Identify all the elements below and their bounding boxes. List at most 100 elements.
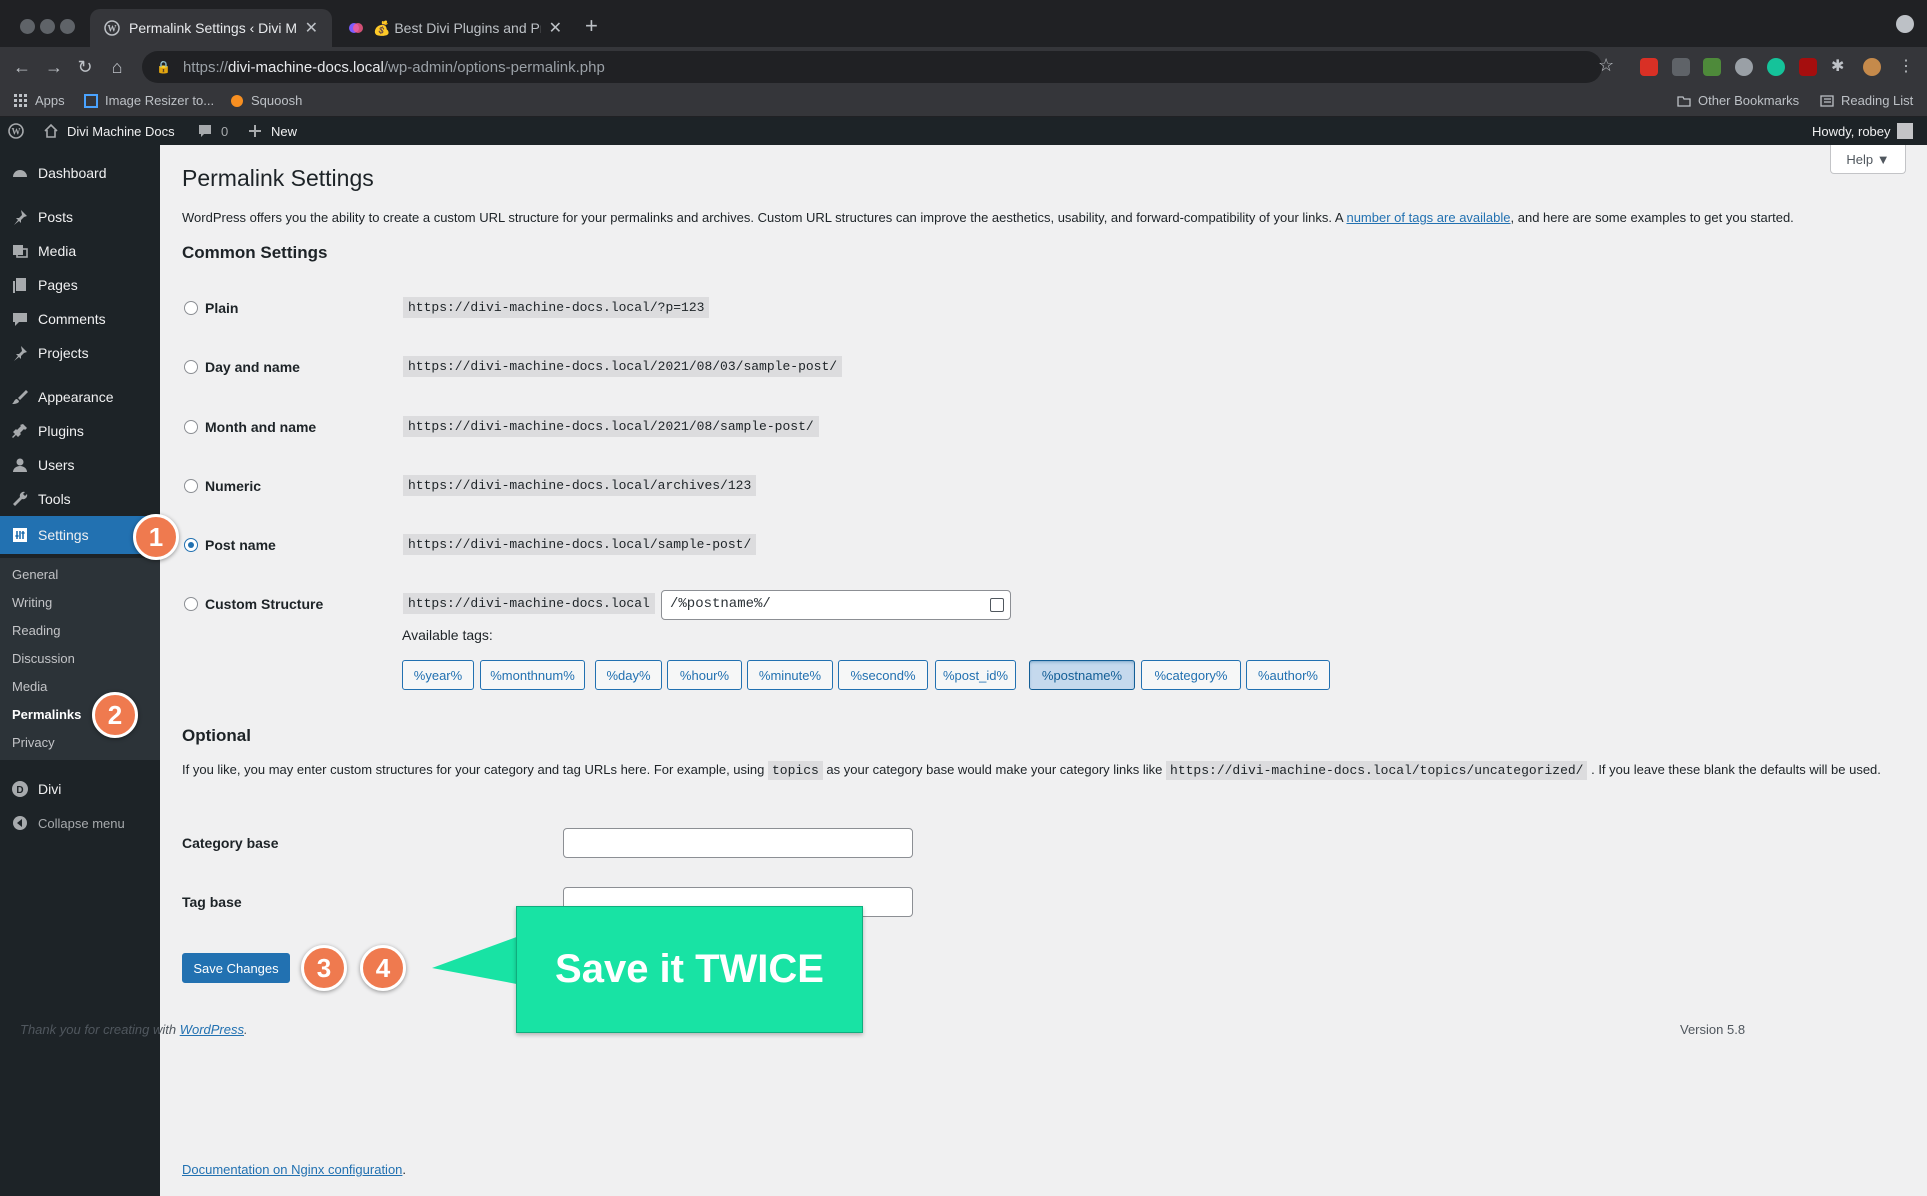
tab-close-icon[interactable]: ✕ xyxy=(305,18,318,38)
window-close-control[interactable] xyxy=(20,19,35,34)
reload-icon[interactable]: ↻ xyxy=(73,55,97,79)
sidebar-item-tools[interactable]: Tools xyxy=(0,482,160,516)
tag-button-category[interactable]: %category% xyxy=(1141,660,1241,690)
submenu-item-writing[interactable]: Writing xyxy=(12,595,52,610)
save-changes-button[interactable]: Save Changes xyxy=(182,953,290,983)
admin-sidebar: Dashboard Posts Media Pages Comments Pro… xyxy=(0,145,160,1196)
bookmark-squoosh[interactable]: Squoosh xyxy=(230,93,302,108)
tag-button-day[interactable]: %day% xyxy=(595,660,662,690)
tab-title: Permalink Settings ‹ Divi Machine Docs xyxy=(129,20,297,36)
radio-post-name[interactable] xyxy=(184,538,198,552)
tag-base-label: Tag base xyxy=(182,894,242,910)
sidebar-item-label: Dashboard xyxy=(38,165,107,181)
ublock-extension-icon[interactable] xyxy=(1799,58,1817,76)
option-label-post-name[interactable]: Post name xyxy=(205,537,276,553)
nginx-doc-link[interactable]: Documentation on Nginx configuration xyxy=(182,1162,402,1177)
sidebar-item-appearance[interactable]: Appearance xyxy=(0,380,160,414)
puzzle-extensions-icon[interactable]: ✱ xyxy=(1831,58,1849,76)
radio-numeric[interactable] xyxy=(184,479,198,493)
bookmark-star-icon[interactable]: ☆ xyxy=(1598,55,1614,76)
browser-tab[interactable]: 💰 Best Divi Plugins and Premium ✕ xyxy=(334,9,576,47)
submenu-item-privacy[interactable]: Privacy xyxy=(12,735,55,750)
category-base-input[interactable] xyxy=(563,828,913,858)
back-icon[interactable]: ← xyxy=(10,55,34,79)
submenu-item-general[interactable]: General xyxy=(12,567,58,582)
radio-plain[interactable] xyxy=(184,301,198,315)
collapse-icon xyxy=(10,813,30,833)
tag-button-minute[interactable]: %minute% xyxy=(747,660,833,690)
sidebar-item-posts[interactable]: Posts xyxy=(0,200,160,234)
reading-list[interactable]: Reading List xyxy=(1820,93,1913,108)
squoosh-icon xyxy=(231,94,243,107)
extension-icon[interactable] xyxy=(1672,58,1690,76)
sidebar-item-comments[interactable]: Comments xyxy=(0,302,160,336)
radio-custom-structure[interactable] xyxy=(184,597,198,611)
window-minimize-control[interactable] xyxy=(40,19,55,34)
browser-tab-active[interactable]: W Permalink Settings ‹ Divi Machine Docs… xyxy=(90,9,332,47)
option-label-month-and-name[interactable]: Month and name xyxy=(205,419,316,435)
new-content-menu[interactable]: New xyxy=(247,117,297,145)
submenu-item-media[interactable]: Media xyxy=(12,679,47,694)
option-label-plain[interactable]: Plain xyxy=(205,300,238,316)
step-badge-2: 2 xyxy=(92,692,138,738)
tag-button-monthnum[interactable]: %monthnum% xyxy=(480,660,585,690)
extension-icon[interactable] xyxy=(1703,58,1721,76)
sidebar-item-pages[interactable]: Pages xyxy=(0,268,160,302)
settings-icon xyxy=(10,525,30,545)
available-tags-link[interactable]: number of tags are available xyxy=(1346,210,1510,225)
site-name-menu[interactable]: Divi Machine Docs xyxy=(43,117,175,145)
tag-button-second[interactable]: %second% xyxy=(838,660,928,690)
submenu-item-permalinks[interactable]: Permalinks xyxy=(12,707,81,722)
tag-button-post-id[interactable]: %post_id% xyxy=(935,660,1016,690)
new-tab-icon[interactable]: + xyxy=(585,13,598,39)
tag-button-hour[interactable]: %hour% xyxy=(667,660,742,690)
submenu-item-reading[interactable]: Reading xyxy=(12,623,60,638)
camera-extension-icon[interactable] xyxy=(1735,58,1753,76)
tag-button-year[interactable]: %year% xyxy=(402,660,474,690)
tab-search-icon[interactable] xyxy=(1896,15,1914,33)
window-zoom-control[interactable] xyxy=(60,19,75,34)
option-label-day-and-name[interactable]: Day and name xyxy=(205,359,300,375)
collapse-menu-button[interactable]: Collapse menu xyxy=(0,806,160,840)
radio-month-and-name[interactable] xyxy=(184,420,198,434)
forward-icon[interactable]: → xyxy=(42,55,66,79)
available-tags-label: Available tags: xyxy=(402,627,493,643)
address-bar[interactable]: 🔒 https://divi-machine-docs.local/wp-adm… xyxy=(142,51,1602,83)
tag-button-postname[interactable]: %postname% xyxy=(1029,660,1135,690)
optional-text: If you like, you may enter custom struct… xyxy=(182,762,768,777)
submenu-item-discussion[interactable]: Discussion xyxy=(12,651,75,666)
home-icon[interactable]: ⌂ xyxy=(105,55,129,79)
sidebar-item-users[interactable]: Users xyxy=(0,448,160,482)
extension-icon[interactable] xyxy=(1640,58,1658,76)
tag-button-author[interactable]: %author% xyxy=(1246,660,1330,690)
sidebar-item-projects[interactable]: Projects xyxy=(0,336,160,370)
tab-close-icon[interactable]: ✕ xyxy=(549,18,562,38)
radio-day-and-name[interactable] xyxy=(184,360,198,374)
sidebar-item-dashboard[interactable]: Dashboard xyxy=(0,156,160,190)
wordpress-link[interactable]: WordPress xyxy=(180,1022,244,1037)
bookmark-apps[interactable]: Apps xyxy=(14,93,65,108)
account-menu[interactable]: Howdy, robey xyxy=(1812,117,1913,145)
media-icon xyxy=(10,241,30,261)
option-label-numeric[interactable]: Numeric xyxy=(205,478,261,494)
bookmark-other[interactable]: Other Bookmarks xyxy=(1677,93,1799,108)
sidebar-item-plugins[interactable]: Plugins xyxy=(0,414,160,448)
help-tab-button[interactable]: Help ▼ xyxy=(1830,145,1906,174)
step-badge-4: 4 xyxy=(360,945,406,991)
browser-menu-icon[interactable]: ⋮ xyxy=(1898,58,1916,76)
sidebar-item-label: Plugins xyxy=(38,423,84,439)
comments-menu[interactable]: 0 xyxy=(197,117,228,145)
sidebar-item-media[interactable]: Media xyxy=(0,234,160,268)
option-label-custom-structure[interactable]: Custom Structure xyxy=(205,596,323,612)
sidebar-item-divi[interactable]: D Divi xyxy=(0,772,160,806)
wp-logo-menu[interactable]: W xyxy=(8,117,32,145)
profile-avatar[interactable] xyxy=(1863,58,1881,76)
folder-icon xyxy=(1677,95,1691,107)
plus-icon xyxy=(249,125,261,137)
grammarly-extension-icon[interactable] xyxy=(1767,58,1785,76)
example-url-day-and-name: https://divi-machine-docs.local/2021/08/… xyxy=(403,356,843,377)
custom-structure-input[interactable]: /%postname%/ xyxy=(661,590,1011,620)
autofill-key-icon[interactable] xyxy=(990,598,1004,612)
footer-text: Thank you for creating with xyxy=(20,1022,180,1037)
bookmark-image-resizer[interactable]: Image Resizer to... xyxy=(84,93,214,108)
